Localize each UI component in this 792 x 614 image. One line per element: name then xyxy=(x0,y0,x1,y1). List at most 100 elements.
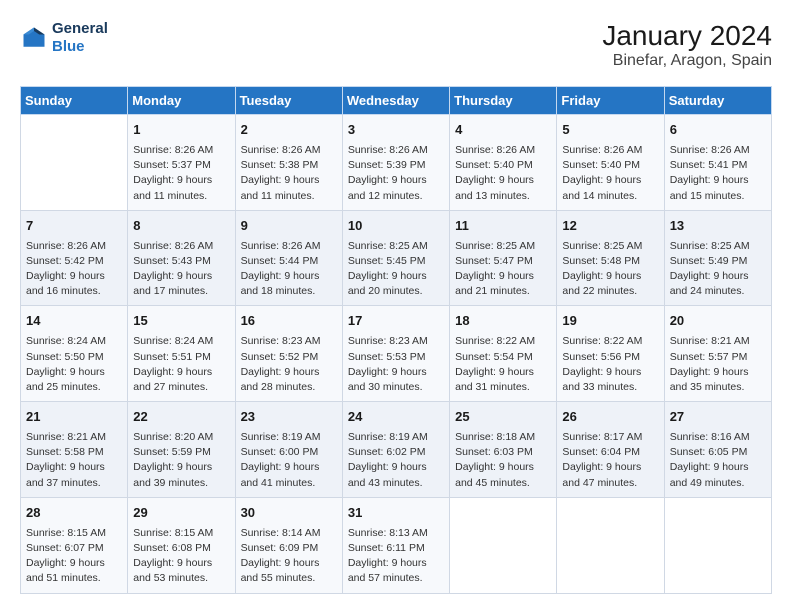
day-number: 7 xyxy=(26,217,122,236)
day-number: 20 xyxy=(670,312,766,331)
day-number: 12 xyxy=(562,217,658,236)
day-info: Sunrise: 8:22 AMSunset: 5:54 PMDaylight:… xyxy=(455,334,551,395)
day-info: Sunrise: 8:26 AMSunset: 5:38 PMDaylight:… xyxy=(241,143,337,204)
day-info: Sunrise: 8:26 AMSunset: 5:41 PMDaylight:… xyxy=(670,143,766,204)
day-info: Sunrise: 8:15 AMSunset: 6:08 PMDaylight:… xyxy=(133,526,229,587)
day-number: 25 xyxy=(455,408,551,427)
day-info: Sunrise: 8:26 AMSunset: 5:44 PMDaylight:… xyxy=(241,239,337,300)
day-number: 28 xyxy=(26,504,122,523)
calendar-day-cell: 17Sunrise: 8:23 AMSunset: 5:53 PMDayligh… xyxy=(342,306,449,402)
day-number: 2 xyxy=(241,121,337,140)
calendar-day-cell xyxy=(664,497,771,593)
day-info: Sunrise: 8:19 AMSunset: 6:00 PMDaylight:… xyxy=(241,430,337,491)
day-number: 19 xyxy=(562,312,658,331)
calendar-day-cell: 24 Sunrise: 8:19 AMSunset: 6:02 PMDayligh… xyxy=(342,402,449,498)
title-block: January 2024 Binefar, Aragon, Spain xyxy=(602,20,772,70)
weekday-header: Friday xyxy=(557,87,664,115)
calendar-day-cell: 4 Sunrise: 8:26 AMSunset: 5:40 PMDaylight… xyxy=(450,115,557,211)
day-number: 1 xyxy=(133,121,229,140)
day-number: 13 xyxy=(670,217,766,236)
day-info: Sunrise: 8:26 AMSunset: 5:39 PMDaylight:… xyxy=(348,143,444,204)
calendar-week-row: 1 Sunrise: 8:26 AMSunset: 5:37 PMDaylight… xyxy=(21,115,772,211)
weekday-header: Thursday xyxy=(450,87,557,115)
logo: General Blue xyxy=(20,20,108,56)
day-number: 4 xyxy=(455,121,551,140)
day-number: 29 xyxy=(133,504,229,523)
day-info: Sunrise: 8:24 AMSunset: 5:51 PMDaylight:… xyxy=(133,334,229,395)
calendar-day-cell: 16 Sunrise: 8:23 AMSunset: 5:52 PMDayligh… xyxy=(235,306,342,402)
calendar-day-cell: 10 Sunrise: 8:25 AMSunset: 5:45 PMDayligh… xyxy=(342,210,449,306)
calendar-day-cell xyxy=(557,497,664,593)
day-info: Sunrise: 8:16 AMSunset: 6:05 PMDaylight:… xyxy=(670,430,766,491)
calendar-day-cell: 18 Sunrise: 8:22 AMSunset: 5:54 PMDayligh… xyxy=(450,306,557,402)
page-subtitle: Binefar, Aragon, Spain xyxy=(602,52,772,70)
day-info: Sunrise: 8:25 AMSunset: 5:47 PMDaylight:… xyxy=(455,239,551,300)
calendar-day-cell: 13 Sunrise: 8:25 AMSunset: 5:49 PMDayligh… xyxy=(664,210,771,306)
calendar-day-cell: 26 Sunrise: 8:17 AMSunset: 6:04 PMDayligh… xyxy=(557,402,664,498)
day-info: Sunrise: 8:17 AMSunset: 6:04 PMDaylight:… xyxy=(562,430,658,491)
day-info: Sunrise: 8:19 AMSunset: 6:02 PMDaylight:… xyxy=(348,430,444,491)
calendar-day-cell: 7 Sunrise: 8:26 AMSunset: 5:42 PMDaylight… xyxy=(21,210,128,306)
calendar-day-cell: 19 Sunrise: 8:22 AMSunset: 5:56 PMDayligh… xyxy=(557,306,664,402)
day-info: Sunrise: 8:22 AMSunset: 5:56 PMDaylight:… xyxy=(562,334,658,395)
calendar-week-row: 28Sunrise: 8:15 AMSunset: 6:07 PMDayligh… xyxy=(21,497,772,593)
logo-icon xyxy=(20,24,48,52)
calendar-day-cell: 2 Sunrise: 8:26 AMSunset: 5:38 PMDaylight… xyxy=(235,115,342,211)
day-number: 11 xyxy=(455,217,551,236)
day-info: Sunrise: 8:23 AMSunset: 5:52 PMDaylight:… xyxy=(241,334,337,395)
day-number: 14 xyxy=(26,312,122,331)
calendar-week-row: 21Sunrise: 8:21 AMSunset: 5:58 PMDayligh… xyxy=(21,402,772,498)
day-info: Sunrise: 8:25 AMSunset: 5:49 PMDaylight:… xyxy=(670,239,766,300)
day-info: Sunrise: 8:26 AMSunset: 5:37 PMDaylight:… xyxy=(133,143,229,204)
day-number: 16 xyxy=(241,312,337,331)
calendar-header-row: SundayMondayTuesdayWednesdayThursdayFrid… xyxy=(21,87,772,115)
day-info: Sunrise: 8:25 AMSunset: 5:45 PMDaylight:… xyxy=(348,239,444,300)
day-info: Sunrise: 8:21 AMSunset: 5:58 PMDaylight:… xyxy=(26,430,122,491)
calendar-day-cell: 15 Sunrise: 8:24 AMSunset: 5:51 PMDayligh… xyxy=(128,306,235,402)
day-info: Sunrise: 8:26 AMSunset: 5:42 PMDaylight:… xyxy=(26,239,122,300)
calendar-day-cell: 20Sunrise: 8:21 AMSunset: 5:57 PMDayligh… xyxy=(664,306,771,402)
calendar-day-cell: 1 Sunrise: 8:26 AMSunset: 5:37 PMDaylight… xyxy=(128,115,235,211)
day-info: Sunrise: 8:26 AMSunset: 5:43 PMDaylight:… xyxy=(133,239,229,300)
day-info: Sunrise: 8:13 AMSunset: 6:11 PMDaylight:… xyxy=(348,526,444,587)
weekday-header: Tuesday xyxy=(235,87,342,115)
calendar-week-row: 7 Sunrise: 8:26 AMSunset: 5:42 PMDaylight… xyxy=(21,210,772,306)
calendar-day-cell: 6 Sunrise: 8:26 AMSunset: 5:41 PMDaylight… xyxy=(664,115,771,211)
calendar-day-cell: 28Sunrise: 8:15 AMSunset: 6:07 PMDayligh… xyxy=(21,497,128,593)
calendar-day-cell: 29 Sunrise: 8:15 AMSunset: 6:08 PMDayligh… xyxy=(128,497,235,593)
calendar-day-cell: 8 Sunrise: 8:26 AMSunset: 5:43 PMDaylight… xyxy=(128,210,235,306)
day-number: 6 xyxy=(670,121,766,140)
day-number: 10 xyxy=(348,217,444,236)
calendar-day-cell: 31 Sunrise: 8:13 AMSunset: 6:11 PMDayligh… xyxy=(342,497,449,593)
weekday-header: Wednesday xyxy=(342,87,449,115)
day-number: 15 xyxy=(133,312,229,331)
weekday-header: Saturday xyxy=(664,87,771,115)
day-info: Sunrise: 8:25 AMSunset: 5:48 PMDaylight:… xyxy=(562,239,658,300)
day-info: Sunrise: 8:26 AMSunset: 5:40 PMDaylight:… xyxy=(562,143,658,204)
calendar-day-cell xyxy=(21,115,128,211)
day-number: 31 xyxy=(348,504,444,523)
calendar-day-cell: 23 Sunrise: 8:19 AMSunset: 6:00 PMDayligh… xyxy=(235,402,342,498)
day-info: Sunrise: 8:26 AMSunset: 5:40 PMDaylight:… xyxy=(455,143,551,204)
calendar-day-cell: 27 Sunrise: 8:16 AMSunset: 6:05 PMDayligh… xyxy=(664,402,771,498)
calendar-day-cell xyxy=(450,497,557,593)
calendar-day-cell: 5 Sunrise: 8:26 AMSunset: 5:40 PMDaylight… xyxy=(557,115,664,211)
day-number: 23 xyxy=(241,408,337,427)
day-number: 8 xyxy=(133,217,229,236)
page-title: January 2024 xyxy=(602,20,772,52)
day-number: 17 xyxy=(348,312,444,331)
calendar-table: SundayMondayTuesdayWednesdayThursdayFrid… xyxy=(20,86,772,594)
day-info: Sunrise: 8:14 AMSunset: 6:09 PMDaylight:… xyxy=(241,526,337,587)
day-number: 22 xyxy=(133,408,229,427)
day-info: Sunrise: 8:20 AMSunset: 5:59 PMDaylight:… xyxy=(133,430,229,491)
calendar-day-cell: 14Sunrise: 8:24 AMSunset: 5:50 PMDayligh… xyxy=(21,306,128,402)
day-number: 27 xyxy=(670,408,766,427)
calendar-day-cell: 9 Sunrise: 8:26 AMSunset: 5:44 PMDaylight… xyxy=(235,210,342,306)
day-number: 3 xyxy=(348,121,444,140)
calendar-day-cell: 30Sunrise: 8:14 AMSunset: 6:09 PMDayligh… xyxy=(235,497,342,593)
day-number: 9 xyxy=(241,217,337,236)
day-number: 18 xyxy=(455,312,551,331)
day-number: 5 xyxy=(562,121,658,140)
day-number: 24 xyxy=(348,408,444,427)
day-number: 26 xyxy=(562,408,658,427)
